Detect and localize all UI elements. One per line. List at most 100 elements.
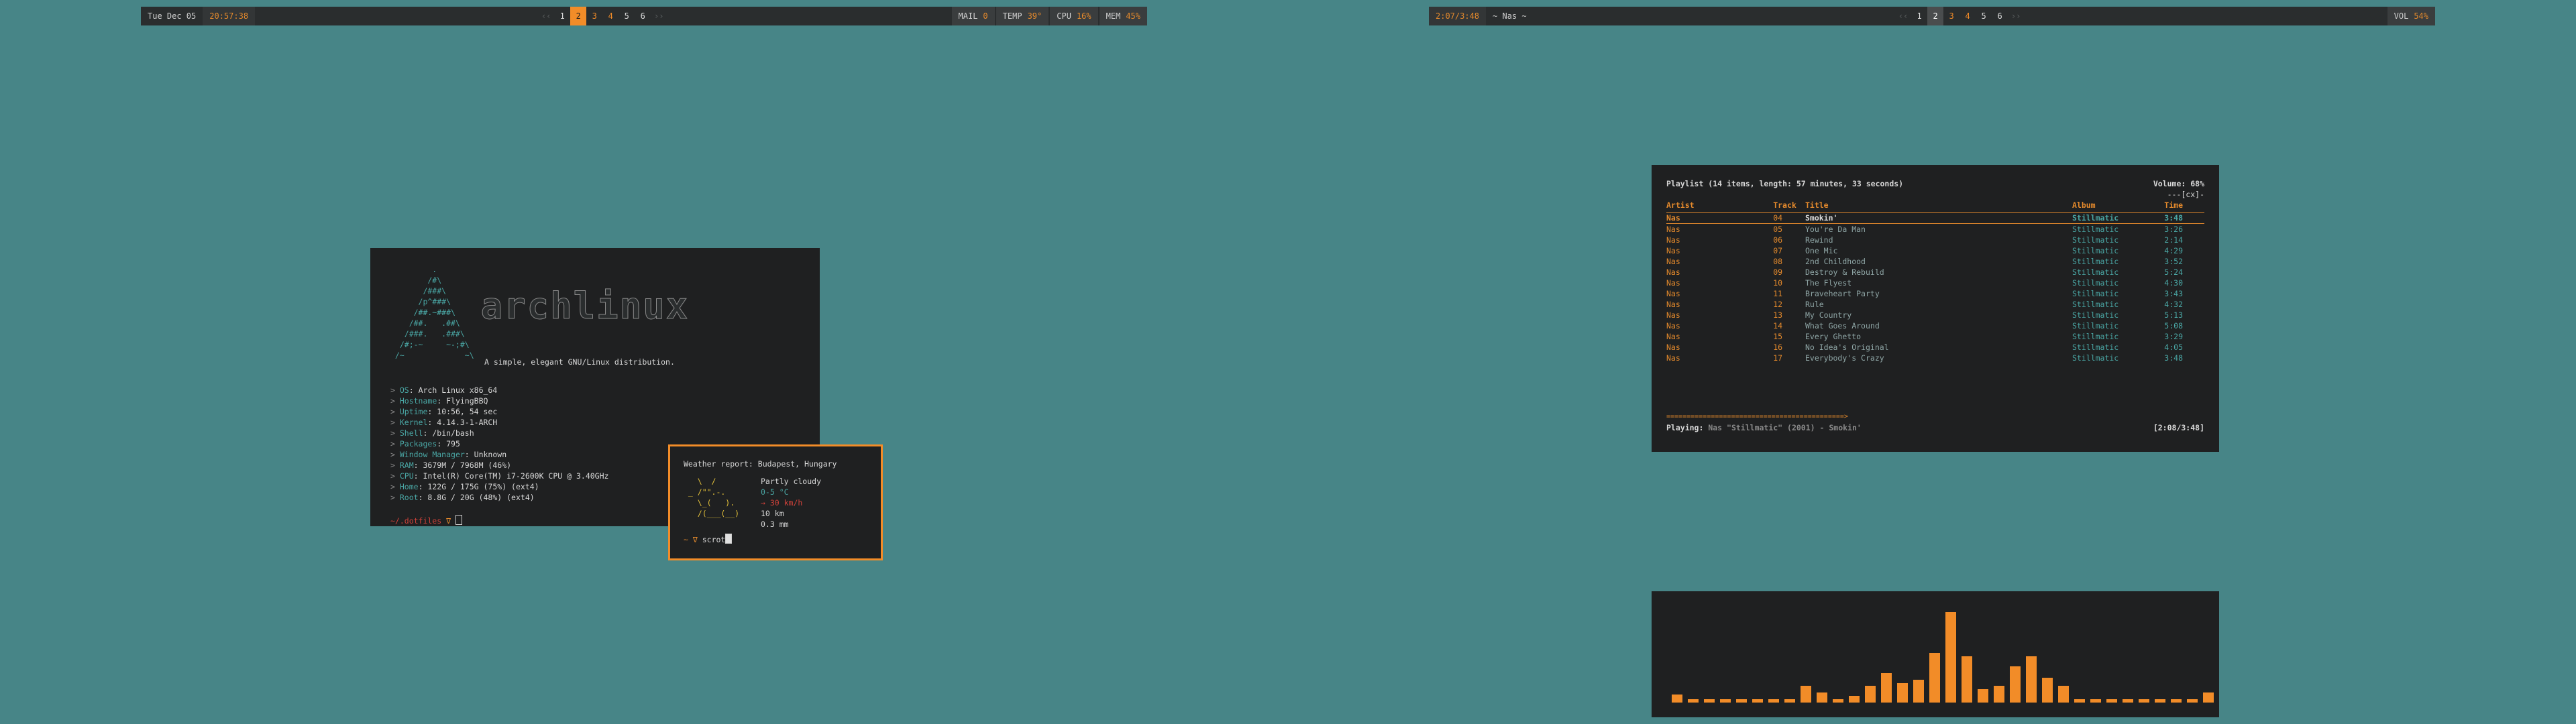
playlist-row[interactable]: Nas 06 Rewind Stillmatic 2:14 [1666, 235, 2204, 245]
ws-prev-arrow[interactable]: ‹‹ [538, 7, 554, 25]
weather-terminal[interactable]: Weather report: Budapest, Hungary \ / _ … [668, 444, 883, 560]
cell-album: Stillmatic [2072, 278, 2119, 288]
ncmpcpp-player[interactable]: Playlist (14 items, length: 57 minutes, … [1652, 165, 2219, 452]
cell-track: 06 [1773, 235, 1783, 245]
workspace-1[interactable]: 1 [1911, 7, 1927, 25]
visualizer-bar [1752, 699, 1763, 703]
visualizer-bar [1784, 699, 1795, 703]
cell-time: 2:14 [2164, 235, 2183, 245]
info-label: Uptime [399, 407, 428, 416]
info-label: Hostname [399, 396, 437, 406]
cell-artist: Nas [1666, 310, 1680, 320]
workspace-5[interactable]: 5 [1976, 7, 1992, 25]
info-value: 122G / 175G (75%) (ext4) [427, 482, 539, 491]
visualizer-bar [2026, 656, 2037, 703]
playlist-row[interactable]: Nas 11 Braveheart Party Stillmatic 3:43 [1666, 288, 2204, 299]
visualizer-bar [1994, 686, 2004, 703]
volume-module[interactable]: VOL 54% [2387, 7, 2436, 25]
playing-status: Playing: Nas "Stillmatic" (2001) - Smoki… [1666, 422, 2204, 433]
prompt-symbol: ~ ∇ [684, 535, 698, 544]
workspace-6[interactable]: 6 [635, 7, 651, 25]
cell-album: Stillmatic [2072, 353, 2119, 363]
cell-time: 3:48 [2164, 353, 2183, 363]
cell-title: What Goes Around [1805, 321, 1880, 330]
workspace-5[interactable]: 5 [619, 7, 635, 25]
ws-prev-arrow[interactable]: ‹‹ [1895, 7, 1911, 25]
col-artist[interactable]: Artist [1666, 200, 1773, 210]
volume-indicator: Volume: 68% [2153, 179, 2204, 188]
col-track[interactable]: Track [1773, 200, 1805, 210]
info-label: Root [399, 493, 419, 502]
playlist-row[interactable]: Nas 07 One Mic Stillmatic 4:29 [1666, 245, 2204, 256]
visualizer-bar [1945, 612, 1956, 703]
workspace-2[interactable]: 2 [1927, 7, 1944, 25]
visualizer-bar [1865, 686, 1876, 703]
arch-tagline: A simple, elegant GNU/Linux distribution… [484, 357, 675, 367]
cell-album: Stillmatic [2072, 332, 2119, 341]
workspace-switcher: ‹‹ 1 2 3 4 5 6 ›› [538, 7, 667, 25]
cell-artist: Nas [1666, 289, 1680, 298]
playlist-row[interactable]: Nas 08 2nd Childhood Stillmatic 3:52 [1666, 256, 2204, 267]
temp-label: TEMP [1002, 11, 1022, 21]
cell-track: 07 [1773, 246, 1783, 255]
top-bar-left: Tue Dec 05 20:57:38 ‹‹ 1 2 3 4 5 6 ›› MA… [141, 7, 1147, 25]
mem-label: MEM [1106, 11, 1121, 21]
playlist-row[interactable]: Nas 05 You're Da Man Stillmatic 3:26 [1666, 224, 2204, 235]
workspace-6[interactable]: 6 [1992, 7, 2008, 25]
cell-title: Everybody's Crazy [1805, 353, 1884, 363]
player-flags: ---[cx]- [2167, 190, 2204, 199]
workspace-4[interactable]: 4 [1960, 7, 1976, 25]
weather-wind: → 30 km/h [761, 498, 803, 507]
prompt-dir: ~/.dotfiles [390, 516, 442, 526]
cell-title: The Flyest [1805, 278, 1852, 288]
cell-track: 15 [1773, 332, 1783, 341]
visualizer-bar [1720, 699, 1731, 703]
cell-track: 09 [1773, 267, 1783, 277]
playlist-row[interactable]: Nas 15 Every Ghetto Stillmatic 3:29 [1666, 331, 2204, 342]
cell-track: 10 [1773, 278, 1783, 288]
workspace-3[interactable]: 3 [586, 7, 602, 25]
ws-next-arrow[interactable]: ›› [651, 7, 667, 25]
visualizer-bar [1978, 689, 1988, 703]
info-label: RAM [399, 461, 414, 470]
workspace-3[interactable]: 3 [1943, 7, 1960, 25]
playlist-row[interactable]: Nas 09 Destroy & Rebuild Stillmatic 5:24 [1666, 267, 2204, 278]
playlist-row[interactable]: Nas 10 The Flyest Stillmatic 4:30 [1666, 278, 2204, 288]
cell-time: 3:43 [2164, 289, 2183, 298]
col-album[interactable]: Album [2072, 200, 2164, 210]
info-value: Intel(R) Core(TM) i7-2600K CPU @ 3.40GHz [423, 471, 609, 481]
visualizer-bar [2010, 666, 2021, 703]
info-label: CPU [399, 471, 414, 481]
playback-progress-bar[interactable]: ========================================… [1666, 412, 1975, 422]
cell-time: 3:52 [2164, 257, 2183, 266]
workspace-4[interactable]: 4 [602, 7, 619, 25]
playlist-row[interactable]: Nas 17 Everybody's Crazy Stillmatic 3:48 [1666, 353, 2204, 363]
info-value: /bin/bash [432, 428, 474, 438]
playlist-row[interactable]: Nas 16 No Idea's Original Stillmatic 4:05 [1666, 342, 2204, 353]
workspace-1[interactable]: 1 [554, 7, 570, 25]
cell-title: You're Da Man [1805, 225, 1866, 234]
visualizer-bar [1736, 699, 1747, 703]
cell-track: 14 [1773, 321, 1783, 330]
visualizer-bar [1897, 683, 1908, 703]
col-time[interactable]: Time [2164, 200, 2204, 210]
visualizer-bar [1833, 699, 1843, 703]
cell-album: Stillmatic [2072, 246, 2119, 255]
cpu-value: 16% [1076, 11, 1091, 21]
text-cursor [455, 515, 462, 525]
ws-next-arrow[interactable]: ›› [2008, 7, 2024, 25]
system-info-line: > Hostname: FlyingBBQ [390, 396, 488, 406]
playlist-row[interactable]: Nas 14 What Goes Around Stillmatic 5:08 [1666, 320, 2204, 331]
col-title[interactable]: Title [1805, 200, 2072, 210]
mem-value: 45% [1126, 11, 1140, 21]
playlist-row[interactable]: Nas 13 My Country Stillmatic 5:13 [1666, 310, 2204, 320]
visualizer-bar [2123, 699, 2133, 703]
cell-time: 5:13 [2164, 310, 2183, 320]
cell-album: Stillmatic [2072, 310, 2119, 320]
workspace-2[interactable]: 2 [570, 7, 587, 25]
playlist-row[interactable]: Nas 12 Rule Stillmatic 4:32 [1666, 299, 2204, 310]
visualizer-bar [1801, 686, 1811, 703]
playlist-row-current[interactable]: Nas 04 Smokin' Stillmatic 3:48 [1666, 213, 2204, 224]
arch-logo-text: archlinux [480, 285, 690, 328]
info-label: Shell [399, 428, 423, 438]
